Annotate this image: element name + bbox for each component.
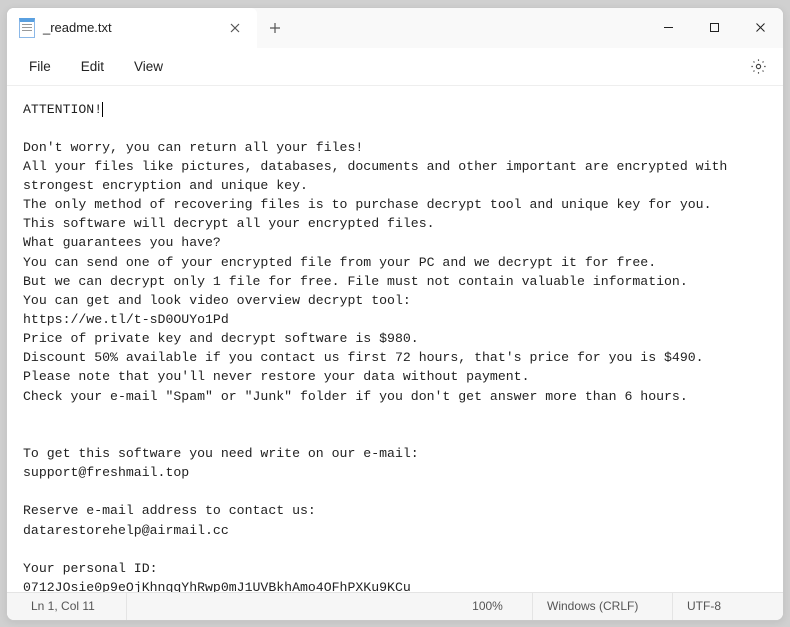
line: datarestorehelp@airmail.cc (23, 523, 229, 538)
titlebar-drag-area[interactable] (293, 8, 645, 48)
notepad-window: _readme.txt File Edit View (6, 7, 784, 621)
line: But we can decrypt only 1 file for free.… (23, 274, 688, 289)
line: To get this software you need write on o… (23, 446, 419, 461)
menubar: File Edit View (7, 48, 783, 86)
text-cursor (102, 102, 103, 117)
minimize-button[interactable] (645, 8, 691, 48)
line: Don't worry, you can return all your fil… (23, 140, 363, 155)
window-controls (645, 8, 783, 48)
titlebar: _readme.txt (7, 8, 783, 48)
line: Your personal ID: (23, 561, 158, 576)
menu-view[interactable]: View (122, 55, 175, 78)
line: You can send one of your encrypted file … (23, 255, 656, 270)
line: support@freshmail.top (23, 465, 189, 480)
new-tab-button[interactable] (257, 8, 293, 48)
status-zoom[interactable]: 100% (443, 593, 533, 620)
line: You can get and look video overview decr… (23, 293, 411, 308)
maximize-button[interactable] (691, 8, 737, 48)
line: Please note that you'll never restore yo… (23, 369, 529, 384)
line: ATTENTION! (23, 102, 102, 117)
status-encoding: UTF-8 (673, 593, 783, 620)
close-window-button[interactable] (737, 8, 783, 48)
line: What guarantees you have? (23, 235, 221, 250)
line: The only method of recovering files is t… (23, 197, 712, 212)
line: All your files like pictures, databases,… (23, 159, 735, 193)
close-tab-button[interactable] (223, 16, 247, 40)
text-content[interactable]: ATTENTION! Don't worry, you can return a… (7, 86, 783, 592)
line: 0712JOsie0p9eOjKhnqqYhRwp0mJ1UVBkhAmo4OF… (23, 580, 411, 591)
file-tab[interactable]: _readme.txt (7, 8, 257, 48)
line: https://we.tl/t-sD0OUYo1Pd (23, 312, 229, 327)
notepad-icon (19, 18, 35, 38)
statusbar: Ln 1, Col 11 100% Windows (CRLF) UTF-8 (7, 592, 783, 620)
line: This software will decrypt all your encr… (23, 216, 435, 231)
tab-title: _readme.txt (43, 20, 215, 35)
line: Discount 50% available if you contact us… (23, 350, 704, 365)
status-eol: Windows (CRLF) (533, 593, 673, 620)
menu-edit[interactable]: Edit (69, 55, 116, 78)
line: Check your e-mail "Spam" or "Junk" folde… (23, 389, 688, 404)
line: Price of private key and decrypt softwar… (23, 331, 419, 346)
status-position: Ln 1, Col 11 (7, 593, 127, 620)
line: Reserve e-mail address to contact us: (23, 503, 316, 518)
menu-file[interactable]: File (17, 55, 63, 78)
settings-button[interactable] (743, 51, 773, 81)
